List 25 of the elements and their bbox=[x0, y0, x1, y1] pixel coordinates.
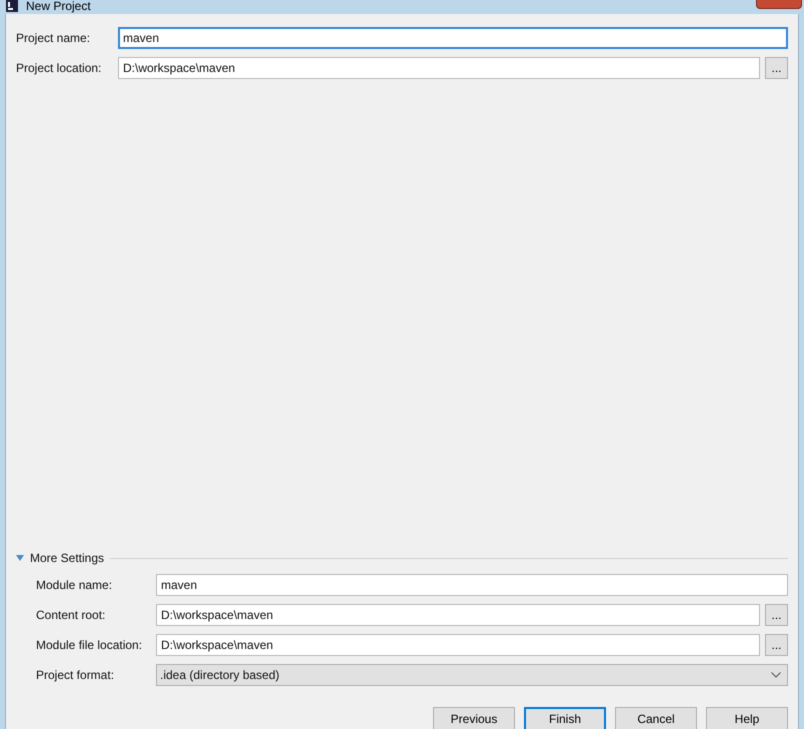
browse-button[interactable]: ... bbox=[765, 604, 788, 626]
window-title: New Project bbox=[26, 0, 91, 12]
field-label: Project format: bbox=[35, 668, 116, 682]
browse-button[interactable]: ... bbox=[765, 634, 788, 656]
chevron-down-icon bbox=[771, 672, 781, 678]
input-field[interactable]: D:\workspace\maven bbox=[156, 634, 760, 656]
dialog-button[interactable]: Previous bbox=[433, 707, 515, 729]
dialog-button[interactable]: Help bbox=[706, 707, 788, 729]
dialog-button[interactable]: Finish bbox=[524, 707, 606, 729]
input-field[interactable]: D:\workspace\maven bbox=[118, 57, 760, 79]
dropdown[interactable]: .idea (directory based) bbox=[156, 664, 788, 686]
field-label: Project location: bbox=[16, 61, 102, 75]
field-label: Module file location: bbox=[35, 638, 144, 652]
field-label: Content root: bbox=[35, 608, 106, 622]
field-label: Project name: bbox=[16, 31, 92, 45]
close-button[interactable] bbox=[756, 0, 802, 9]
field-label: Module name: bbox=[35, 578, 114, 592]
browse-button[interactable]: ... bbox=[765, 57, 788, 79]
input-field[interactable]: maven bbox=[118, 27, 788, 49]
section-title[interactable]: More Settings bbox=[30, 551, 104, 565]
input-field[interactable]: D:\workspace\maven bbox=[156, 604, 760, 626]
app-icon bbox=[6, 0, 18, 12]
expand-triangle-icon[interactable] bbox=[16, 555, 24, 561]
input-field[interactable]: maven bbox=[156, 574, 788, 596]
dialog-button[interactable]: Cancel bbox=[615, 707, 697, 729]
